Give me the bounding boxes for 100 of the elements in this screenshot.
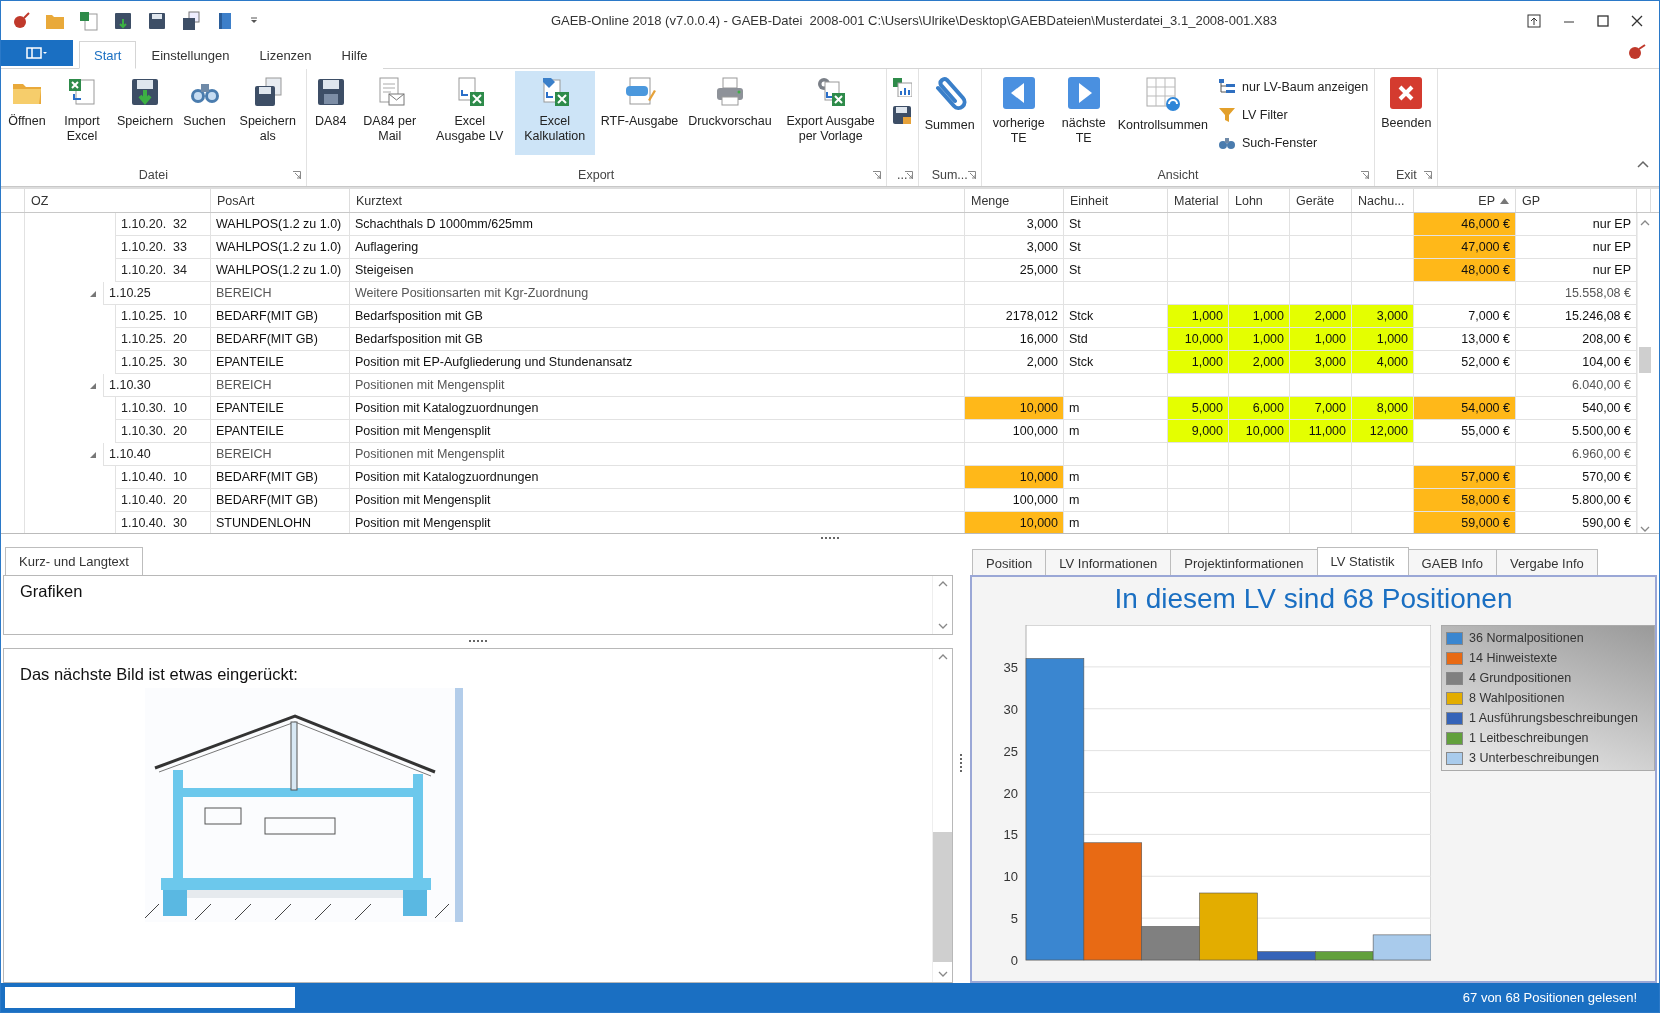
- spreadsheet-icon[interactable]: [79, 10, 99, 31]
- table-row[interactable]: 1.10.30 BEREICH Positionen mit Mengensplit 6.040,00 €: [1, 374, 1637, 397]
- scroll-up-icon[interactable]: [937, 653, 948, 661]
- close-icon[interactable]: [1631, 14, 1643, 27]
- ribbon-button[interactable]: Speichern: [113, 71, 178, 155]
- table-cell: 47,000 €: [1414, 236, 1516, 259]
- table-row[interactable]: 1.10.40. 10 BEDARF(MIT GB) Position mit Katalogzuordnungen 10,000 m 57,000 € 570,00 €: [1, 466, 1637, 489]
- dialog-launcher-icon[interactable]: [292, 171, 301, 179]
- table-row[interactable]: 1.10.25. 20 BEDARF(MIT GB) Bedarfsposition mit GB 16,000 Std 10,000 1,000 1,000 1,000 13,000 € 208,00 €: [1, 328, 1637, 351]
- table-cell: 12,000: [1352, 420, 1414, 443]
- ribbon-button[interactable]: DA84 per Mail: [354, 71, 425, 155]
- ribbon-button[interactable]: nur LV-Baum anzeigen: [1214, 75, 1373, 99]
- ribbon-button[interactable]: Summen: [920, 71, 979, 155]
- panel-tab[interactable]: LV Informationen: [1045, 549, 1172, 576]
- table-row[interactable]: 1.10.30. 10 EPANTEILE Position mit Katalogzuordnungen 10,000 m 5,000 6,000 7,000 8,000 54,000 € 540,00 €: [1, 397, 1637, 420]
- save-as-icon[interactable]: [181, 10, 201, 31]
- ribbon-button[interactable]: vorherige TE: [983, 71, 1054, 155]
- table-row[interactable]: 1.10.30. 20 EPANTEILE Position mit Mengensplit 100,000 m 9,000 10,000 11,000 12,000 55,000 € 5.500,00 €: [1, 420, 1637, 443]
- column-header[interactable]: PosArt: [211, 189, 350, 212]
- column-header[interactable]: Lohn: [1229, 189, 1290, 212]
- status-input-field[interactable]: [5, 987, 295, 1008]
- table-cell: 1,000: [1229, 328, 1290, 351]
- table-row[interactable]: 1.10.25. 10 BEDARF(MIT GB) Bedarfsposition mit GB 2178,012 Stck 1,000 1,000 2,000 3,000 7,000 € 15.246,08 €: [1, 305, 1637, 328]
- funnel-icon: [1218, 106, 1237, 124]
- column-header[interactable]: EP: [1414, 189, 1516, 212]
- column-header[interactable]: Material: [1168, 189, 1229, 212]
- ribbon-display-icon[interactable]: [1527, 13, 1541, 28]
- table-cell: 100,000: [965, 420, 1064, 443]
- scroll-down-icon[interactable]: [1639, 525, 1650, 533]
- dialog-launcher-icon[interactable]: [872, 171, 881, 179]
- expander-icon[interactable]: [89, 450, 97, 459]
- column-header[interactable]: OZ: [25, 189, 211, 212]
- table-row[interactable]: 1.10.40. 30 STUNDENLOHN Position mit Mengensplit 10,000 m 59,000 € 590,00 €: [1, 512, 1637, 533]
- arrow-right-icon: [1066, 76, 1101, 110]
- table-row[interactable]: 1.10.20. 32 WAHLPOS(1.2 zu 1.0) Schachthals D 1000mm/625mm 3,000 St 46,000 € nur EP: [1, 213, 1637, 236]
- ribbon-button[interactable]: Kontrollsummen: [1113, 71, 1213, 155]
- ribbon-button[interactable]: DA84: [308, 71, 353, 155]
- splitter-grip-icon[interactable]: [469, 640, 488, 643]
- scrollbar[interactable]: [932, 649, 953, 982]
- column-header[interactable]: Menge: [965, 189, 1064, 212]
- ribbon-button[interactable]: Suchen: [179, 71, 230, 155]
- panel-tab[interactable]: Vergabe Info: [1496, 549, 1598, 576]
- table-row[interactable]: 1.10.25 BEREICH Weitere Positionsarten mit Kgr-Zuordnung 15.558,08 €: [1, 282, 1637, 305]
- table-cell: 208,00 €: [1516, 328, 1637, 351]
- ribbon-button[interactable]: Druckvorschau: [684, 71, 776, 155]
- ribbon-button[interactable]: Öffnen: [3, 71, 51, 155]
- panel-tab[interactable]: GAEB Info: [1407, 549, 1497, 576]
- group-label: ...: [896, 168, 908, 182]
- dialog-launcher-icon[interactable]: [967, 171, 976, 179]
- ribbon-button[interactable]: Export Ausgabe per Vorlage: [777, 71, 884, 155]
- column-header[interactable]: Einheit: [1064, 189, 1168, 212]
- scrollbar[interactable]: [1637, 213, 1651, 533]
- table-cell: 10,000: [1168, 328, 1229, 351]
- collapse-ribbon-icon[interactable]: [1637, 160, 1649, 168]
- expander-icon[interactable]: [89, 381, 97, 390]
- ribbon-button[interactable]: RTF-Ausgabe: [596, 71, 683, 155]
- ribbon-button[interactable]: Excel Kalkulation: [514, 71, 595, 155]
- panel-tab[interactable]: Projektinformationen: [1170, 549, 1318, 576]
- ribbon-tab[interactable]: Start: [79, 41, 137, 69]
- scroll-thumb[interactable]: [1638, 347, 1651, 373]
- axis-tick-label: 30: [1003, 701, 1018, 717]
- floppy-icon[interactable]: [147, 10, 167, 31]
- ribbon-button[interactable]: Beenden: [1377, 71, 1436, 155]
- ribbon-button[interactable]: nächste TE: [1055, 71, 1112, 155]
- table-row[interactable]: 1.10.25. 30 EPANTEILE Position mit EP-Aufgliederung und Stundenansatz 2,000 Stck 1,000 2,000 3,000 4,000 52,000 € 104,00 €: [1, 351, 1637, 374]
- scroll-down-icon[interactable]: [937, 970, 948, 978]
- splitter-grip-icon[interactable]: [821, 537, 839, 540]
- dialog-launcher-icon[interactable]: [904, 171, 913, 179]
- scroll-up-icon[interactable]: [1639, 219, 1650, 227]
- customize-caret-icon[interactable]: [249, 15, 259, 26]
- table-cell: Positionen mit Mengensplit: [350, 443, 965, 466]
- panel-tab[interactable]: Position: [972, 549, 1047, 576]
- ribbon-button[interactable]: Speichern als: [231, 71, 304, 155]
- ribbon-button[interactable]: Import Excel: [53, 71, 111, 155]
- dialog-launcher-icon[interactable]: [1361, 171, 1370, 179]
- save-icon[interactable]: [113, 10, 133, 31]
- table-row[interactable]: 1.10.20. 34 WAHLPOS(1.2 zu 1.0) Steigeisen 25,000 St 48,000 € nur EP: [1, 259, 1637, 282]
- splitter-grip-icon[interactable]: [960, 754, 964, 772]
- panel-tab[interactable]: Kurz- und Langtext: [5, 547, 143, 576]
- dialog-launcher-icon[interactable]: [1424, 171, 1433, 179]
- maximize-icon[interactable]: [1597, 14, 1609, 27]
- ribbon-button[interactable]: Such-Fenster: [1214, 131, 1373, 155]
- expander-icon[interactable]: [89, 289, 97, 298]
- table-row[interactable]: 1.10.20. 33 WAHLPOS(1.2 zu 1.0) Auflagering 3,000 St 47,000 € nur EP: [1, 236, 1637, 259]
- app-menu-button[interactable]: [1, 40, 73, 66]
- scroll-up-icon[interactable]: [937, 580, 948, 588]
- column-header[interactable]: GP: [1516, 189, 1637, 212]
- ribbon-button[interactable]: LV Filter: [1214, 103, 1373, 127]
- column-header[interactable]: Nachu...: [1352, 189, 1414, 212]
- column-header[interactable]: Kurztext: [350, 189, 965, 212]
- legend-label: 8 Wahlpositionen: [1469, 691, 1565, 705]
- table-cell: EPANTEILE: [211, 420, 350, 443]
- ribbon-button[interactable]: Excel Ausgabe LV: [426, 71, 513, 155]
- table-cell: Bedarfsposition mit GB: [350, 305, 965, 328]
- table-row[interactable]: 1.10.40 BEREICH Positionen mit Mengensplit 6.960,00 €: [1, 443, 1637, 466]
- table-cell: St: [1064, 213, 1168, 236]
- scroll-down-icon[interactable]: [937, 622, 948, 630]
- table-cell: 7,000 €: [1414, 305, 1516, 328]
- table-row[interactable]: 1.10.40. 20 BEDARF(MIT GB) Position mit Mengensplit 100,000 m 58,000 € 5.800,00 €: [1, 489, 1637, 512]
- column-header[interactable]: Geräte: [1290, 189, 1352, 212]
